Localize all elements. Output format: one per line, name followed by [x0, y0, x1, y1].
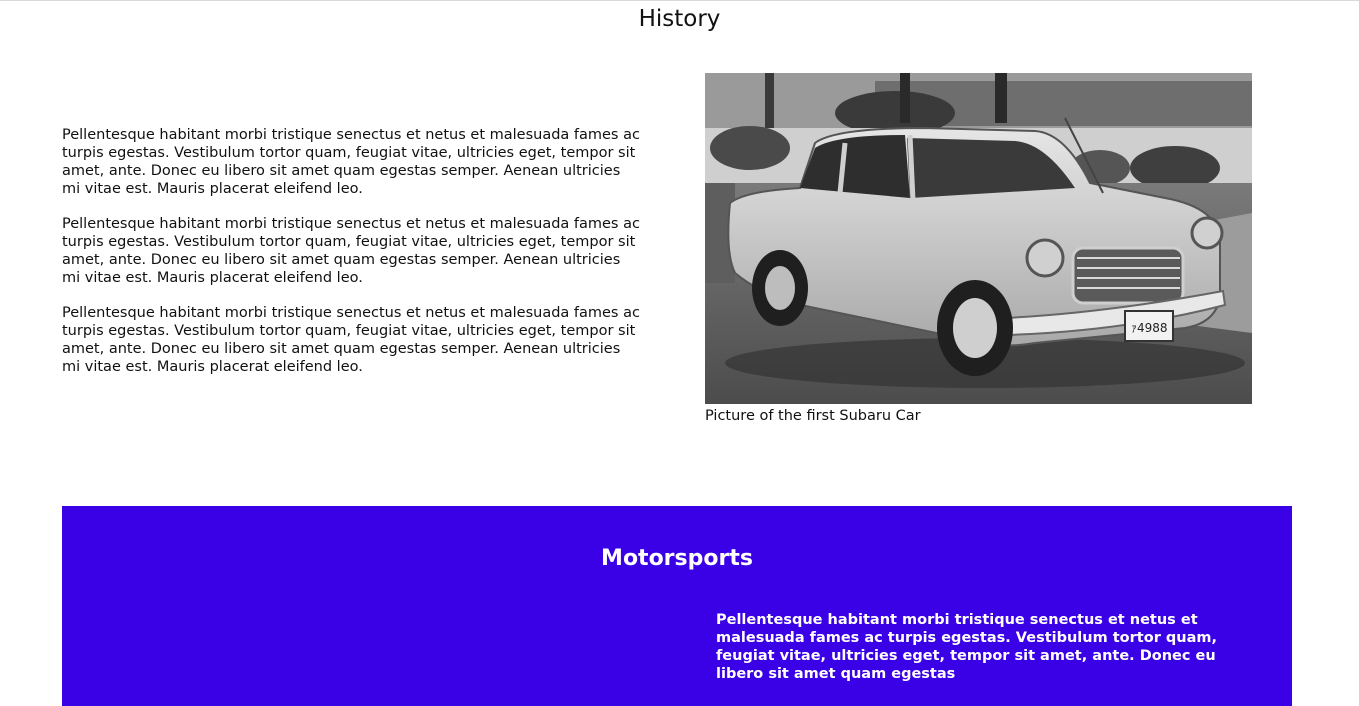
- history-paragraph: Pellentesque habitant morbi tristique se…: [62, 216, 640, 286]
- motorsports-heading: Motorsports: [601, 546, 753, 571]
- history-paragraph: Pellentesque habitant morbi tristique se…: [62, 127, 640, 197]
- photo-caption: Picture of the first Subaru Car: [705, 408, 921, 424]
- history-heading: History: [638, 6, 721, 32]
- svg-text:ｧ4988: ｧ4988: [1131, 321, 1168, 335]
- top-divider: [0, 0, 1359, 1]
- motorsports-paragraph: Pellentesque habitant morbi tristique se…: [716, 612, 1217, 682]
- first-subaru-figure: ｧ4988 Picture of the first Subaru Car: [705, 73, 1252, 425]
- history-text-column: Pellentesque habitant morbi tristique se…: [62, 126, 642, 393]
- motorsports-section: Motorsports Pellentesque habitant morbi …: [62, 506, 1292, 706]
- history-paragraph: Pellentesque habitant morbi tristique se…: [62, 305, 640, 375]
- first-subaru-car-photo: ｧ4988: [705, 73, 1252, 404]
